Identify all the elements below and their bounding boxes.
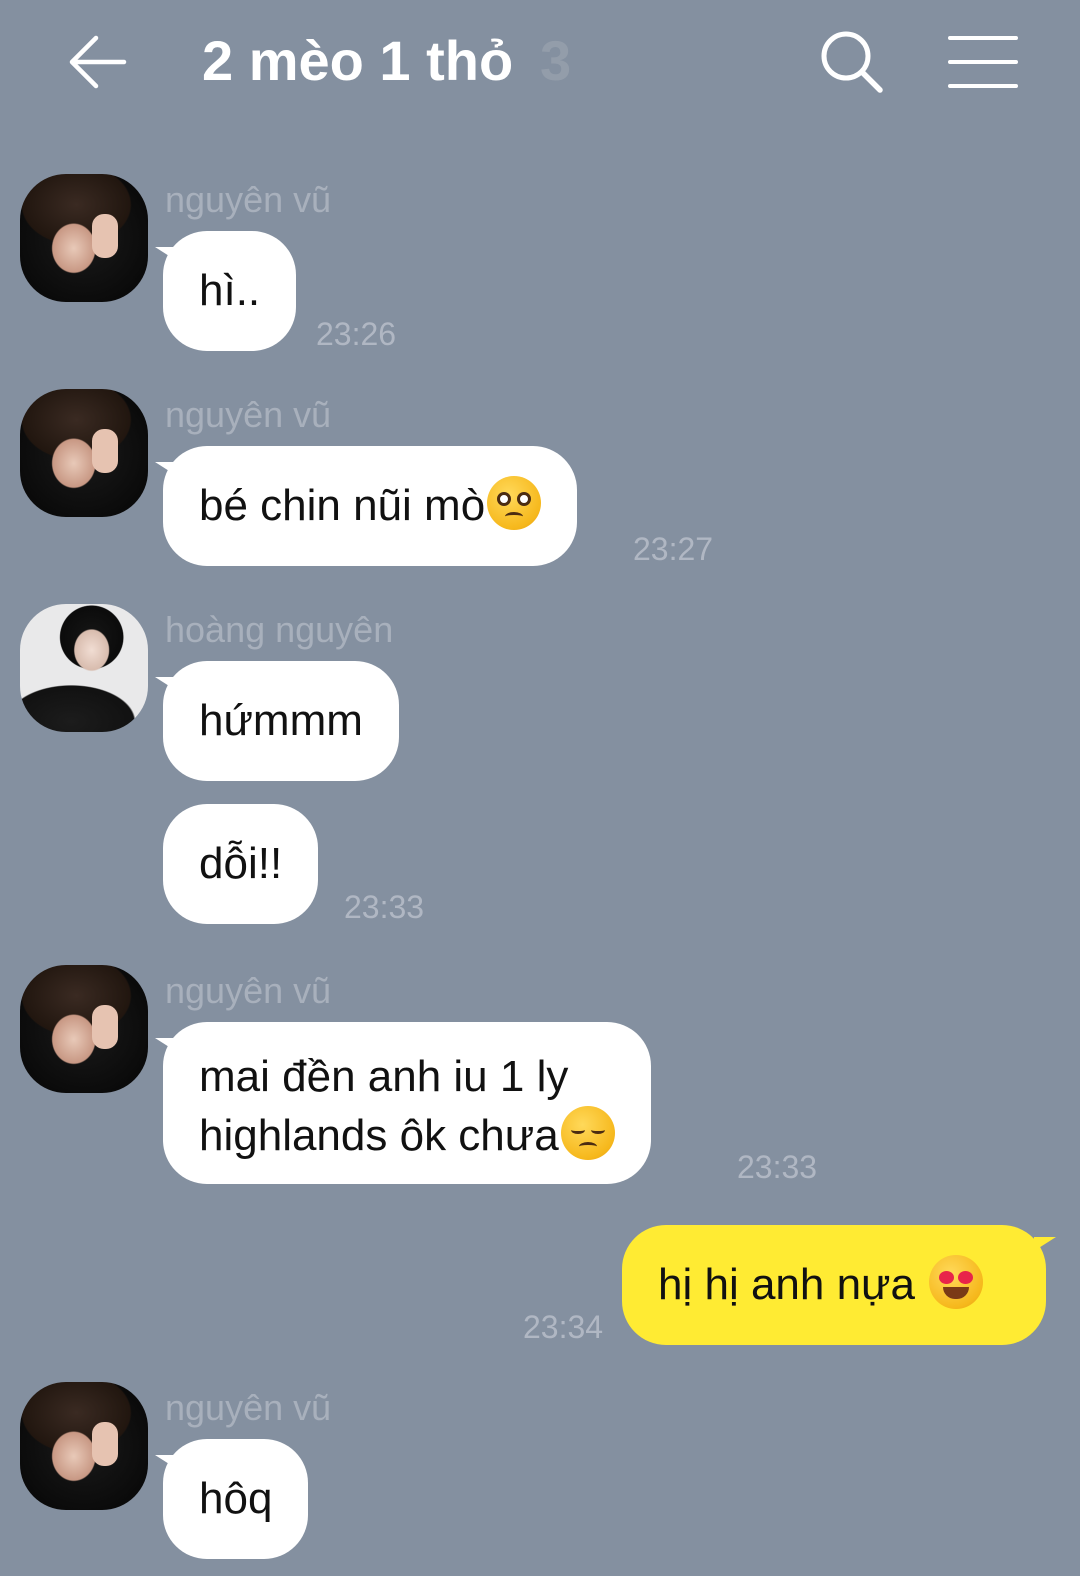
- message-time: 23:33: [737, 1149, 818, 1185]
- chat-title: 2 mèo 1 thỏ: [202, 29, 514, 92]
- sender-name: nguyên vũ: [165, 970, 332, 1011]
- avatar[interactable]: [20, 965, 148, 1093]
- search-icon[interactable]: [818, 28, 886, 96]
- disappointed-face-icon: [560, 1106, 615, 1160]
- message-text: dỗi!!: [199, 839, 283, 888]
- message-text: hị hị anh nựa: [658, 1260, 928, 1309]
- message-text-line: mai đền anh iu 1 ly: [199, 1052, 569, 1101]
- chat-header: 2 mèo 1 thỏ 3: [0, 0, 1080, 120]
- message-time: 23:33: [344, 889, 425, 925]
- message-bubble[interactable]: mai đền anh iu 1 ly highlands ôk chưa: [155, 1022, 651, 1184]
- sender-name: hoàng nguyên: [165, 609, 394, 650]
- message-text: hôq: [199, 1474, 273, 1523]
- sender-name: nguyên vũ: [165, 179, 332, 220]
- message-bubble[interactable]: hì..: [154, 231, 297, 351]
- message-bubble[interactable]: dỗi!!: [163, 804, 319, 924]
- sender-name: nguyên vũ: [165, 394, 332, 435]
- back-arrow-icon[interactable]: [66, 30, 130, 94]
- message-bubble[interactable]: bé chin nũi mò: [154, 446, 578, 566]
- message-text: hì..: [199, 266, 261, 315]
- message-bubble[interactable]: hứmmm: [155, 661, 399, 781]
- message-text: bé chin nũi mò: [199, 481, 486, 530]
- heart-eyes-face-icon: [929, 1255, 984, 1309]
- member-count: 3: [540, 29, 572, 92]
- message-time: 23:27: [633, 531, 714, 567]
- message-text-line: highlands ôk chưa: [199, 1111, 559, 1160]
- message-time: 23:34: [523, 1309, 604, 1345]
- message-text: hứmmm: [199, 696, 363, 745]
- my-message-bubble[interactable]: hị hị anh nựa: [622, 1225, 1056, 1345]
- avatar[interactable]: [20, 389, 148, 517]
- message-time: 23:26: [316, 316, 397, 352]
- avatar[interactable]: [20, 1382, 148, 1510]
- menu-icon[interactable]: [948, 32, 1018, 92]
- message-bubble[interactable]: hôq: [154, 1439, 309, 1559]
- avatar[interactable]: [20, 604, 148, 732]
- pleading-face-icon: [487, 476, 542, 530]
- sender-name: nguyên vũ: [165, 1387, 332, 1428]
- avatar[interactable]: [20, 174, 148, 302]
